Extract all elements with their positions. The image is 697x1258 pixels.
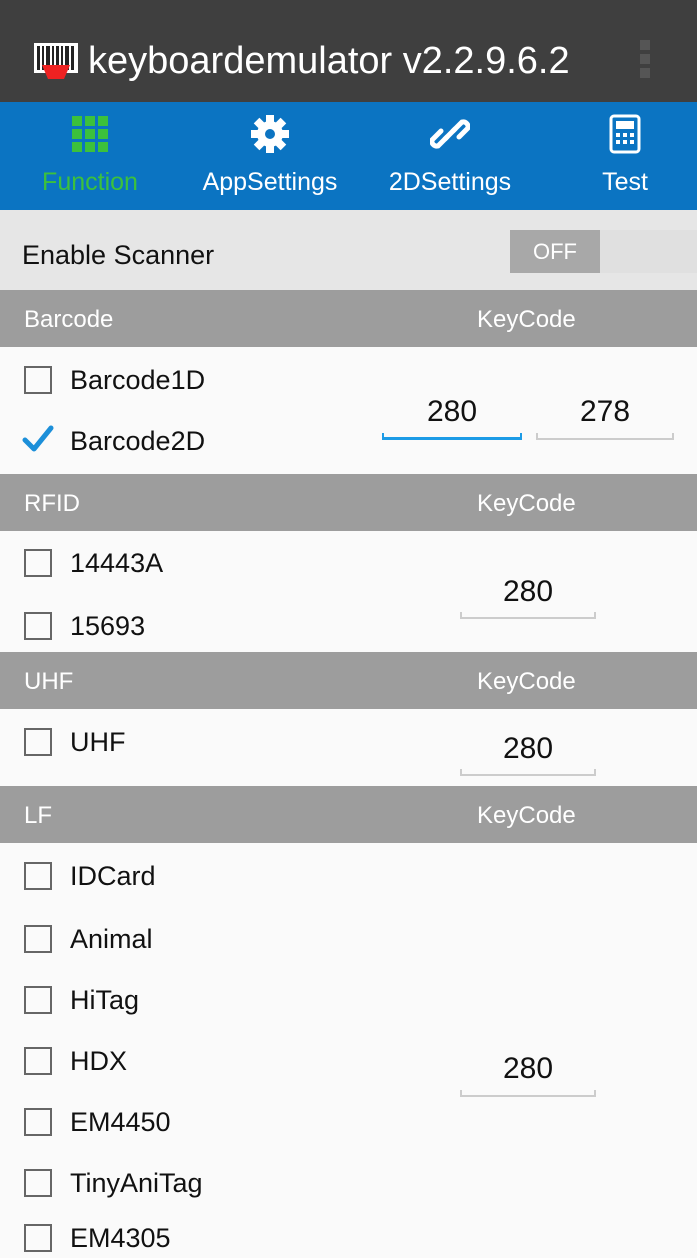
checkbox-label: Barcode2D xyxy=(70,425,206,456)
checkbox-label: EM4305 xyxy=(70,1222,171,1253)
checkbox-box[interactable] xyxy=(24,986,52,1014)
checkbox-box[interactable] xyxy=(24,862,52,890)
checkmark-icon xyxy=(22,425,54,452)
checkbox-hitag[interactable]: HiTag xyxy=(24,980,139,1020)
checkbox-box[interactable] xyxy=(24,1108,52,1136)
app-bar: keyboardemulator v2.2.9.6.2 xyxy=(0,0,697,102)
checkbox-box[interactable] xyxy=(24,1169,52,1197)
checkbox-idcard[interactable]: IDCard xyxy=(24,856,156,896)
tab-bar: Function AppSettings 2DSettings Test xyxy=(0,102,697,210)
enable-scanner-label: Enable Scanner xyxy=(22,240,215,270)
checkbox-15693[interactable]: 15693 xyxy=(24,606,145,646)
keycode-input-lf[interactable]: 280 xyxy=(460,1052,596,1097)
checkbox-box[interactable] xyxy=(24,728,52,756)
keycode-label: KeyCode xyxy=(477,490,576,517)
gear-icon xyxy=(251,115,289,153)
section-header-barcode: Barcode KeyCode xyxy=(0,290,697,347)
section-title: Barcode xyxy=(24,306,114,333)
checkbox-label: HDX xyxy=(70,1045,128,1076)
keycode-input-uhf[interactable]: 280 xyxy=(460,732,596,776)
tab-2dsettings[interactable]: 2DSettings xyxy=(375,102,525,210)
checkbox-box[interactable] xyxy=(24,1047,52,1075)
checkbox-label: EM4450 xyxy=(70,1106,171,1137)
tab-appsettings-label: AppSettings xyxy=(202,168,338,196)
checkbox-tinyanitag[interactable]: TinyAniTag xyxy=(24,1163,203,1203)
checkbox-label: Barcode1D xyxy=(70,364,206,395)
calculator-icon xyxy=(609,114,641,154)
checkbox-label: Animal xyxy=(70,923,153,954)
checkbox-box[interactable] xyxy=(24,366,52,394)
toggle-state: OFF xyxy=(510,230,600,273)
keycode-label: KeyCode xyxy=(477,802,576,829)
checkbox-label: 15693 xyxy=(70,610,146,641)
checkbox-box[interactable] xyxy=(24,549,52,577)
checkbox-uhf[interactable]: UHF xyxy=(24,722,126,762)
section-header-lf: LF KeyCode xyxy=(0,786,697,843)
keycode-value: 280 xyxy=(502,575,554,608)
keycode-input-rfid[interactable]: 280 xyxy=(460,575,596,619)
tab-test[interactable]: Test xyxy=(565,102,685,210)
checkbox-em4450[interactable]: EM4450 xyxy=(24,1102,171,1142)
checkbox-barcode2d[interactable]: Barcode2D xyxy=(22,421,206,461)
checkbox-box[interactable] xyxy=(24,1224,52,1252)
section-title: LF xyxy=(24,802,53,829)
app-title: keyboardemulator v2.2.9.6.2 xyxy=(88,40,570,82)
section-title: UHF xyxy=(24,668,74,695)
tab-appsettings[interactable]: AppSettings xyxy=(185,102,355,210)
checkbox-box[interactable] xyxy=(24,612,52,640)
keycode-value: 278 xyxy=(579,395,631,428)
enable-scanner-toggle[interactable]: OFF xyxy=(510,230,697,273)
keycode-label: KeyCode xyxy=(477,668,576,695)
checkbox-14443a[interactable]: 14443A xyxy=(24,543,163,583)
keycode-label: KeyCode xyxy=(477,306,576,333)
checkbox-label: UHF xyxy=(70,726,126,757)
section-header-uhf: UHF KeyCode xyxy=(0,652,697,709)
tab-test-label: Test xyxy=(602,168,648,196)
grid-icon xyxy=(72,116,108,152)
section-header-rfid: RFID KeyCode xyxy=(0,474,697,531)
keycode-value: 280 xyxy=(502,1052,554,1085)
checkbox-em4305[interactable]: EM4305 xyxy=(24,1218,171,1258)
checkbox-label: HiTag xyxy=(70,984,140,1015)
tab-function-label: Function xyxy=(42,168,138,196)
checkbox-box-checked[interactable] xyxy=(22,425,54,455)
keycode-value: 280 xyxy=(426,395,478,428)
checkbox-box[interactable] xyxy=(24,925,52,953)
tab-2dsettings-label: 2DSettings xyxy=(388,168,512,196)
checkbox-label: TinyAniTag xyxy=(70,1167,203,1198)
checkbox-barcode1d[interactable]: Barcode1D xyxy=(24,360,205,400)
checkbox-animal[interactable]: Animal xyxy=(24,919,153,959)
checkbox-hdx[interactable]: HDX xyxy=(24,1041,127,1081)
overflow-menu-icon[interactable] xyxy=(640,40,652,78)
checkbox-label: 14443A xyxy=(70,547,164,578)
barcode-app-icon xyxy=(34,43,78,79)
tab-function[interactable]: Function xyxy=(20,102,160,210)
checkbox-label: IDCard xyxy=(70,860,156,891)
section-title: RFID xyxy=(24,490,80,517)
keycode-input-barcode2d[interactable]: 278 xyxy=(536,395,674,440)
keycode-value: 280 xyxy=(502,732,554,765)
link-icon xyxy=(430,119,470,149)
keycode-input-barcode1d[interactable]: 280 xyxy=(382,395,522,440)
